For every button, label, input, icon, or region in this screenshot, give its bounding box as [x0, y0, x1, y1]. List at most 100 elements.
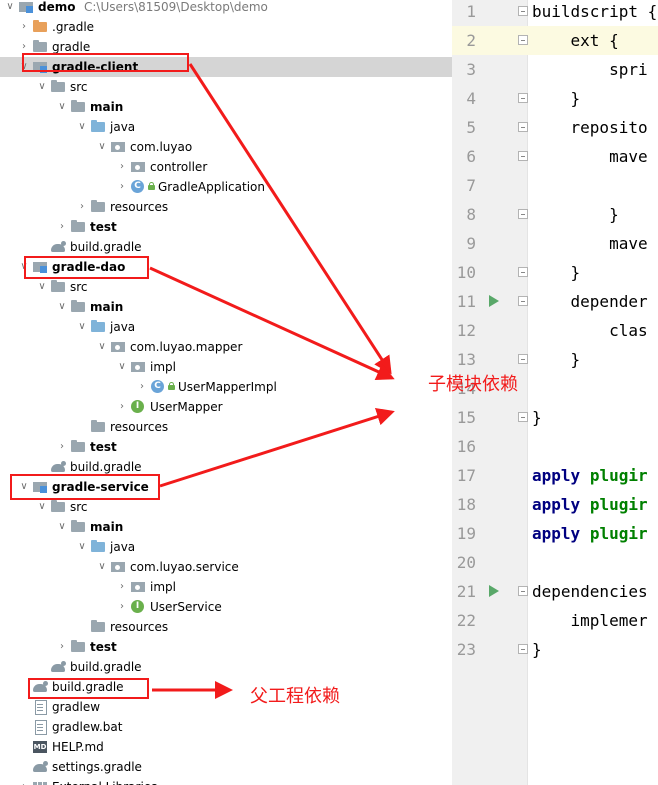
tree-item[interactable]: build.gradle [0, 657, 452, 677]
tree-item[interactable]: › UserMapper [0, 397, 452, 417]
code-line[interactable]: 21 dependencies [452, 577, 658, 606]
fold-icon[interactable] [518, 93, 528, 103]
tree-item[interactable]: › controller [0, 157, 452, 177]
tree-item[interactable]: ∨ java [0, 317, 452, 337]
chevron-down-icon[interactable]: ∨ [96, 559, 108, 575]
tree-item[interactable]: resources [0, 617, 452, 637]
chevron-right-icon[interactable]: › [116, 579, 128, 595]
tree-item[interactable]: › resources [0, 197, 452, 217]
code-line[interactable]: 5 reposito [452, 113, 658, 142]
fold-icon[interactable] [518, 6, 528, 16]
chevron-down-icon[interactable]: ∨ [56, 519, 68, 535]
chevron-down-icon[interactable]: ∨ [56, 99, 68, 115]
code-line[interactable]: 12 clas [452, 316, 658, 345]
chevron-right-icon[interactable]: › [116, 179, 128, 195]
chevron-down-icon[interactable]: ∨ [36, 79, 48, 95]
fold-icon[interactable] [518, 151, 528, 161]
fold-icon[interactable] [518, 354, 528, 364]
tree-item[interactable]: ∨ com.luyao [0, 137, 452, 157]
chevron-down-icon[interactable]: ∨ [4, 0, 16, 15]
tree-item[interactable]: settings.gradle [0, 757, 452, 777]
code-line[interactable]: 9 mave [452, 229, 658, 258]
chevron-right-icon[interactable]: › [56, 219, 68, 235]
chevron-down-icon[interactable]: ∨ [96, 339, 108, 355]
tree-item[interactable]: ∨ src [0, 497, 452, 517]
code-line[interactable]: 7 [452, 171, 658, 200]
fold-icon[interactable] [518, 296, 528, 306]
run-icon[interactable] [489, 295, 499, 307]
tree-item[interactable]: ∨ com.luyao.mapper [0, 337, 452, 357]
tree-item[interactable]: ∨ main [0, 97, 452, 117]
code-line[interactable]: 4 } [452, 84, 658, 113]
code-line[interactable]: 11 depender [452, 287, 658, 316]
tree-item-label: main [90, 100, 124, 114]
tree-item[interactable]: ∨ main [0, 517, 452, 537]
chevron-right-icon[interactable]: › [136, 379, 148, 395]
tree-item[interactable]: ∨ com.luyao.service [0, 557, 452, 577]
tree-item[interactable]: HELP.md [0, 737, 452, 757]
folder-blue-icon [90, 120, 106, 134]
fold-icon[interactable] [518, 586, 528, 596]
tree-item[interactable]: › impl [0, 577, 452, 597]
tree-item[interactable]: ∨ impl [0, 357, 452, 377]
code-line[interactable]: 17 apply plugir [452, 461, 658, 490]
chevron-right-icon[interactable]: › [116, 399, 128, 415]
tree-item[interactable]: ∨ src [0, 77, 452, 97]
tree-item[interactable]: build.gradle [0, 237, 452, 257]
code-line[interactable]: 19 apply plugir [452, 519, 658, 548]
tree-item[interactable]: › test [0, 217, 452, 237]
chevron-right-icon[interactable]: › [116, 159, 128, 175]
fold-icon[interactable] [518, 267, 528, 277]
code-line[interactable]: 22 implemer [452, 606, 658, 635]
code-line[interactable]: 18 apply plugir [452, 490, 658, 519]
run-icon[interactable] [489, 585, 499, 597]
chevron-right-icon[interactable]: › [56, 439, 68, 455]
tree-item[interactable]: ∨ demo C:\Users\81509\Desktop\demo [0, 0, 452, 17]
fold-icon[interactable] [518, 122, 528, 132]
tree-item[interactable]: › External Libraries [0, 777, 452, 785]
fold-icon[interactable] [518, 644, 528, 654]
line-number: 18 [456, 495, 476, 514]
code-line[interactable]: 15} [452, 403, 658, 432]
chevron-down-icon[interactable]: ∨ [96, 139, 108, 155]
tree-item[interactable]: gradlew.bat [0, 717, 452, 737]
tree-item[interactable]: ∨ main [0, 297, 452, 317]
fold-icon[interactable] [518, 35, 528, 45]
tree-item[interactable]: › UserService [0, 597, 452, 617]
tree-item[interactable]: › GradleApplication [0, 177, 452, 197]
tree-item[interactable]: ∨ java [0, 537, 452, 557]
tree-item[interactable]: resources [0, 417, 452, 437]
chevron-down-icon[interactable]: ∨ [76, 319, 88, 335]
tree-item[interactable]: › UserMapperImpl [0, 377, 452, 397]
chevron-right-icon[interactable]: › [18, 19, 30, 35]
code-line[interactable]: 1 buildscript { [452, 0, 658, 26]
fold-icon[interactable] [518, 209, 528, 219]
tree-item[interactable]: ∨ src [0, 277, 452, 297]
chevron-right-icon[interactable]: › [116, 599, 128, 615]
code-line[interactable]: 3 spri [452, 55, 658, 84]
fold-icon[interactable] [518, 412, 528, 422]
tree-item[interactable]: ∨ java [0, 117, 452, 137]
highlight-gradle-dao [24, 256, 149, 279]
code-line[interactable]: 23} [452, 635, 658, 664]
code-line[interactable]: 10 } [452, 258, 658, 287]
code-line[interactable]: 6 mave [452, 142, 658, 171]
chevron-right-icon[interactable]: › [56, 639, 68, 655]
chevron-right-icon[interactable]: › [76, 199, 88, 215]
tree-item[interactable]: › .gradle [0, 17, 452, 37]
tree-item-label: test [90, 640, 117, 654]
chevron-down-icon[interactable]: ∨ [36, 279, 48, 295]
code-line[interactable]: 2 ext { [452, 26, 658, 55]
chevron-down-icon[interactable]: ∨ [116, 359, 128, 375]
tree-item[interactable]: › test [0, 437, 452, 457]
chevron-right-icon[interactable]: › [18, 779, 30, 785]
chevron-down-icon[interactable]: ∨ [76, 119, 88, 135]
code-line[interactable]: 20 [452, 548, 658, 577]
chevron-down-icon[interactable]: ∨ [36, 499, 48, 515]
chevron-down-icon[interactable]: ∨ [76, 539, 88, 555]
code-line[interactable]: 8 } [452, 200, 658, 229]
code-line[interactable]: 16 [452, 432, 658, 461]
chevron-down-icon[interactable]: ∨ [56, 299, 68, 315]
tree-item[interactable]: › test [0, 637, 452, 657]
tree-item[interactable]: gradlew [0, 697, 452, 717]
